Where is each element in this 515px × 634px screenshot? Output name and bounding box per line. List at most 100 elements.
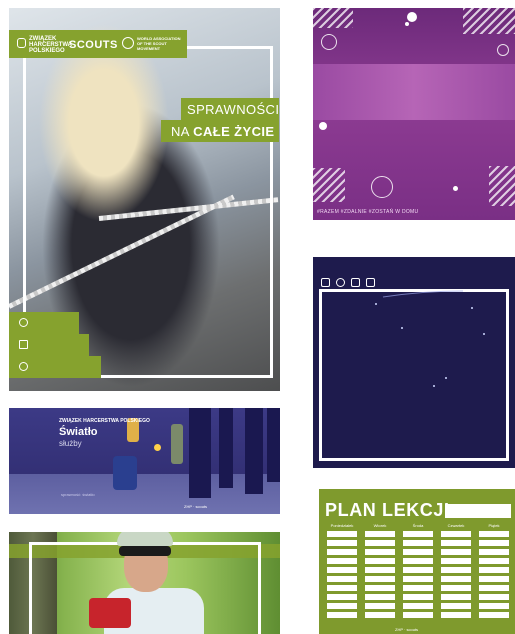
lantern-icon [154, 444, 161, 451]
person-cap [117, 532, 173, 546]
lesson-cell [441, 603, 471, 609]
tree-trunk [219, 408, 233, 488]
lesson-cell [479, 594, 509, 600]
lesson-cell [479, 531, 509, 537]
day-header: Czwartek [447, 523, 465, 528]
lesson-cell [479, 567, 509, 573]
day-column: Wtorek [365, 523, 395, 623]
wosm-logo-icon [122, 37, 134, 49]
lesson-cell [441, 558, 471, 564]
lesson-cell [327, 540, 357, 546]
scouts-logo: SCOUTS [69, 39, 118, 51]
red-first-aid-bag [89, 598, 131, 628]
lesson-cell [327, 585, 357, 591]
star [433, 385, 435, 387]
dot-decoration [407, 12, 417, 22]
lesson-cell [365, 531, 395, 537]
lesson-cell [327, 612, 357, 618]
lesson-cell [365, 540, 395, 546]
poster-thumbnail[interactable]: ZWIĄZEK HARCERSTWA POLSKIEGO SCOUTS WORL… [9, 8, 280, 391]
circle-decoration [371, 176, 393, 198]
lesson-cell [441, 549, 471, 555]
day-column: Czwartek [441, 523, 471, 623]
forest-footer: ZHP · scouts [184, 504, 208, 509]
star [483, 333, 485, 335]
clock-icon [19, 318, 28, 327]
lesson-cell [479, 576, 509, 582]
lesson-cell [403, 540, 433, 546]
dot-decoration [453, 186, 458, 191]
star [471, 307, 473, 309]
lesson-plan-footer: ZHP · scouts [395, 627, 419, 632]
name-field [445, 504, 511, 518]
lesson-cell [403, 603, 433, 609]
info-row-place [9, 356, 101, 378]
lesson-cell [441, 585, 471, 591]
lesson-cell [327, 567, 357, 573]
lesson-cell [403, 549, 433, 555]
lesson-cell [327, 576, 357, 582]
lesson-cell [365, 567, 395, 573]
ground [9, 474, 280, 514]
hatch-pattern [313, 8, 353, 28]
poster-title-box: SPRAWNOŚCI [181, 98, 279, 120]
day-header: Poniedziałek [330, 523, 354, 528]
lesson-cell [327, 558, 357, 564]
tree-trunk [267, 408, 280, 482]
lesson-cell [327, 603, 357, 609]
poster-title-line2: NA CAŁE ŻYCIE [171, 124, 275, 139]
green-photo-thumbnail[interactable] [9, 532, 280, 634]
lesson-cell [403, 558, 433, 564]
lesson-cell [365, 558, 395, 564]
day-column: Piątek [479, 523, 509, 623]
star [401, 327, 403, 329]
lesson-cell [327, 531, 357, 537]
scout-figure [171, 424, 183, 464]
purple-background-thumbnail[interactable]: #RAZEM #ZDALNIE #ZOSTAŃ W DOMU [313, 8, 515, 220]
lesson-cell [441, 567, 471, 573]
calendar-icon [19, 340, 28, 349]
lesson-cell [479, 549, 509, 555]
purple-hashtag-footer: #RAZEM #ZDALNIE #ZOSTAŃ W DOMU [317, 209, 419, 215]
circle-decoration [321, 34, 337, 50]
lesson-cell [327, 549, 357, 555]
lesson-cell [365, 576, 395, 582]
lesson-cell [365, 585, 395, 591]
lesson-cell [403, 567, 433, 573]
info-row-date [9, 334, 89, 356]
tree-trunk [189, 408, 211, 498]
lesson-cell [327, 594, 357, 600]
poster-title-box: NA CAŁE ŻYCIE [161, 120, 279, 142]
lesson-cell [403, 576, 433, 582]
lesson-cell [403, 594, 433, 600]
lesson-cell [441, 612, 471, 618]
forest-illustration-thumbnail[interactable]: ZWIĄZEK HARCERSTWA POLSKIEGO Światło słu… [9, 408, 280, 514]
star [445, 377, 447, 379]
forest-title: Światło [59, 426, 98, 438]
location-pin-icon [19, 362, 28, 371]
day-header: Środa [412, 523, 424, 528]
day-column: Poniedziałek [327, 523, 357, 623]
lesson-cell [403, 612, 433, 618]
dot-decoration [319, 122, 327, 130]
sunglasses [119, 546, 171, 556]
forest-subtitle: służby [59, 439, 82, 448]
wosm-text-line: MOVEMENT [137, 46, 161, 51]
day-column: Środa [403, 523, 433, 623]
lesson-cell [479, 558, 509, 564]
dot-decoration [405, 22, 409, 26]
navy-background-thumbnail[interactable] [313, 257, 515, 468]
lesson-cell [479, 612, 509, 618]
poster-title-line1: SPRAWNOŚCI [187, 102, 280, 117]
hatch-pattern [489, 166, 515, 206]
purple-banner-band [313, 64, 515, 120]
forest-caption: sprawność: światło [61, 492, 95, 497]
lesson-cell [365, 594, 395, 600]
info-row-time [9, 312, 79, 334]
lesson-cell [365, 612, 395, 618]
hatch-pattern [463, 8, 515, 34]
lesson-cell [441, 594, 471, 600]
zhp-logo-icon [17, 38, 26, 48]
day-header: Wtorek [373, 523, 387, 528]
lesson-plan-thumbnail[interactable]: PLAN LEKCJI Poniedziałek Wtorek Środa Czwar… [319, 489, 515, 634]
